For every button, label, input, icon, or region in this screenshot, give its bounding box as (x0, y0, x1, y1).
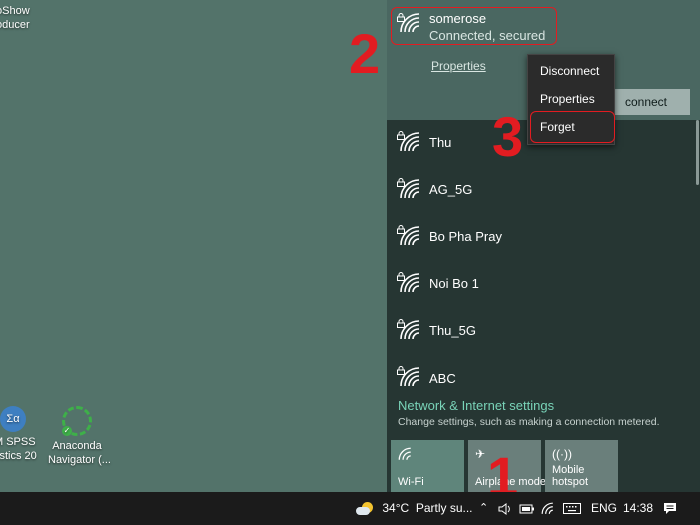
disconnect-button[interactable]: connect (602, 89, 690, 115)
network-settings-description: Change settings, such as making a connec… (398, 416, 660, 428)
taskbar: 34°C Partly su... ⌃ ENG 14:38 (0, 492, 700, 525)
volume-icon[interactable] (498, 492, 512, 525)
highlight-forget-item (530, 111, 615, 143)
notification-center-icon[interactable] (663, 492, 677, 525)
tile-label: Mobile hotspot (552, 464, 589, 488)
weather-widget[interactable]: 34°C Partly su... (356, 492, 473, 525)
weather-text: 34°C Partly su... (382, 501, 473, 515)
network-name: Bo Pha Pray (429, 229, 502, 244)
highlight-connected-network (391, 7, 557, 45)
desktop-icon-show-producer[interactable]: oShow oducer (0, 4, 36, 32)
network-item[interactable]: Bo Pha Pray (387, 214, 700, 261)
properties-link[interactable]: Properties (431, 59, 486, 73)
touch-keyboard-icon[interactable] (563, 492, 581, 525)
network-item[interactable]: ABC (387, 355, 700, 402)
wifi-signal-icon (399, 225, 421, 247)
wifi-signal-icon (399, 319, 421, 341)
wifi-signal-icon (399, 366, 421, 388)
desktop-icon-spss[interactable]: Σα M SPSS tistics 20 (0, 406, 44, 463)
tile-label: Wi-Fi (398, 476, 424, 488)
wifi-toggle-tile[interactable]: Wi-Fi (391, 440, 464, 493)
battery-icon[interactable] (519, 492, 535, 525)
anaconda-icon: ✓ (62, 406, 92, 436)
network-name: Thu (429, 135, 452, 150)
network-name: ABC (429, 371, 456, 386)
network-name: Noi Bo 1 (429, 276, 479, 291)
language-indicator[interactable]: ENG (591, 492, 617, 525)
network-item[interactable]: Noi Bo 1 (387, 261, 700, 308)
weather-partly-sunny-icon (356, 501, 374, 516)
desktop-icon-label: oShow oducer (0, 5, 30, 31)
spss-icon: Σα (0, 406, 26, 432)
desktop-icon-anaconda[interactable]: ✓ Anaconda Navigator (... (48, 406, 111, 467)
network-item[interactable]: AG_5G (387, 167, 700, 214)
wifi-signal-icon (399, 178, 421, 200)
show-hidden-icons-chevron-icon[interactable]: ⌃ (479, 492, 488, 525)
wifi-signal-icon (399, 272, 421, 294)
hotspot-icon: ((·)) (552, 447, 572, 461)
clock[interactable]: 14:38 (623, 492, 653, 525)
airplane-icon: ✈ (475, 447, 486, 461)
wifi-icon (398, 447, 412, 464)
wifi-tray-icon[interactable] (541, 492, 554, 525)
menu-item-properties[interactable]: Properties (540, 92, 595, 106)
desktop-icon-label: M SPSS tistics 20 (0, 436, 37, 462)
step-2-label: 2 (349, 22, 381, 85)
network-name: Thu_5G (429, 323, 476, 338)
mobile-hotspot-tile[interactable]: ((·)) Mobile hotspot (545, 440, 618, 493)
menu-item-disconnect[interactable]: Disconnect (540, 64, 599, 78)
network-settings-link[interactable]: Network & Internet settings (398, 398, 554, 413)
step-3-label: 3 (492, 105, 524, 168)
network-item[interactable]: Thu_5G (387, 308, 700, 355)
network-name: AG_5G (429, 182, 473, 197)
wifi-signal-icon (399, 131, 421, 153)
desktop-icon-label: Anaconda Navigator (... (48, 440, 111, 466)
